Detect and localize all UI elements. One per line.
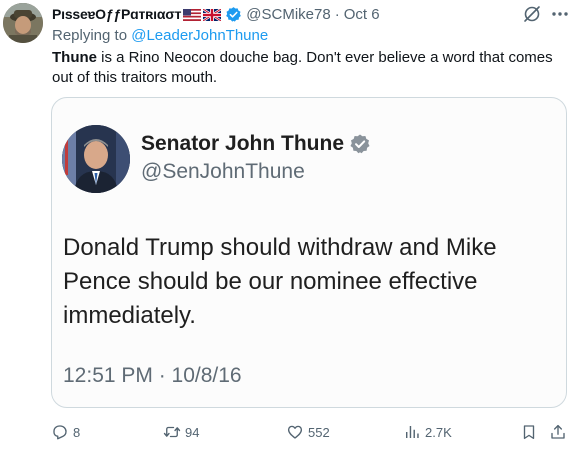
more-icon[interactable]: [549, 4, 571, 24]
like-icon: [287, 425, 303, 439]
separator-dot: ·: [334, 5, 340, 23]
post-header: PısseɐΟƒƒPɑтʀıασт @SCMike78 · Oct 6: [52, 4, 380, 24]
embedded-author-name-text: Senator John Thune: [141, 132, 345, 155]
reply-mention-link[interactable]: @LeaderJohnThune: [131, 27, 268, 44]
author-display-name[interactable]: PısseɐΟƒƒPɑтʀıασт: [52, 6, 181, 22]
post-text-bold: Thune: [52, 49, 97, 66]
share-button[interactable]: [549, 420, 571, 444]
post-date[interactable]: Oct 6: [344, 6, 380, 23]
embedded-avatar: [62, 125, 130, 193]
embedded-post-time: 12:51 PM · 10/8/16: [63, 364, 242, 387]
reply-count: 8: [73, 424, 81, 440]
action-bar: 8 94 552 2.7K: [0, 420, 582, 444]
embedded-verified-icon: [350, 134, 370, 154]
uk-flag-icon: [202, 8, 222, 22]
like-count: 552: [308, 424, 330, 440]
share-icon: [551, 424, 565, 439]
repost-icon: [163, 426, 181, 438]
views-icon: [406, 426, 419, 438]
us-flag-icon: [183, 8, 202, 21]
attached-image[interactable]: Senator John Thune @SenJohnThune Donald …: [51, 97, 567, 408]
views-count: 2.7K: [425, 424, 452, 440]
views-button[interactable]: 2.7K: [403, 420, 452, 444]
bookmark-icon: [523, 425, 535, 440]
reply-button[interactable]: 8: [51, 420, 80, 444]
embedded-post-text: Donald Trump should withdraw and Mike Pe…: [63, 234, 497, 329]
repost-count: 94: [185, 424, 200, 440]
verified-badge-icon[interactable]: [225, 6, 242, 23]
replying-to: Replying to @LeaderJohnThune: [52, 27, 268, 44]
author-avatar[interactable]: [3, 3, 43, 43]
repost-button[interactable]: 94: [163, 420, 199, 444]
reply-icon: [53, 425, 67, 440]
embedded-author-name: Senator John Thune: [141, 132, 371, 156]
like-button[interactable]: 552: [286, 420, 330, 444]
post-text-body: is a Rino Neocon douche bag. Don't ever …: [52, 49, 553, 86]
embedded-author-handle: @SenJohnThune: [141, 160, 305, 183]
grok-icon[interactable]: [522, 4, 542, 24]
bookmark-button[interactable]: [520, 420, 542, 444]
author-handle[interactable]: @SCMike78: [246, 6, 330, 23]
post-text: Thune is a Rino Neocon douche bag. Don't…: [52, 48, 574, 88]
replying-to-label: Replying to: [52, 27, 128, 44]
